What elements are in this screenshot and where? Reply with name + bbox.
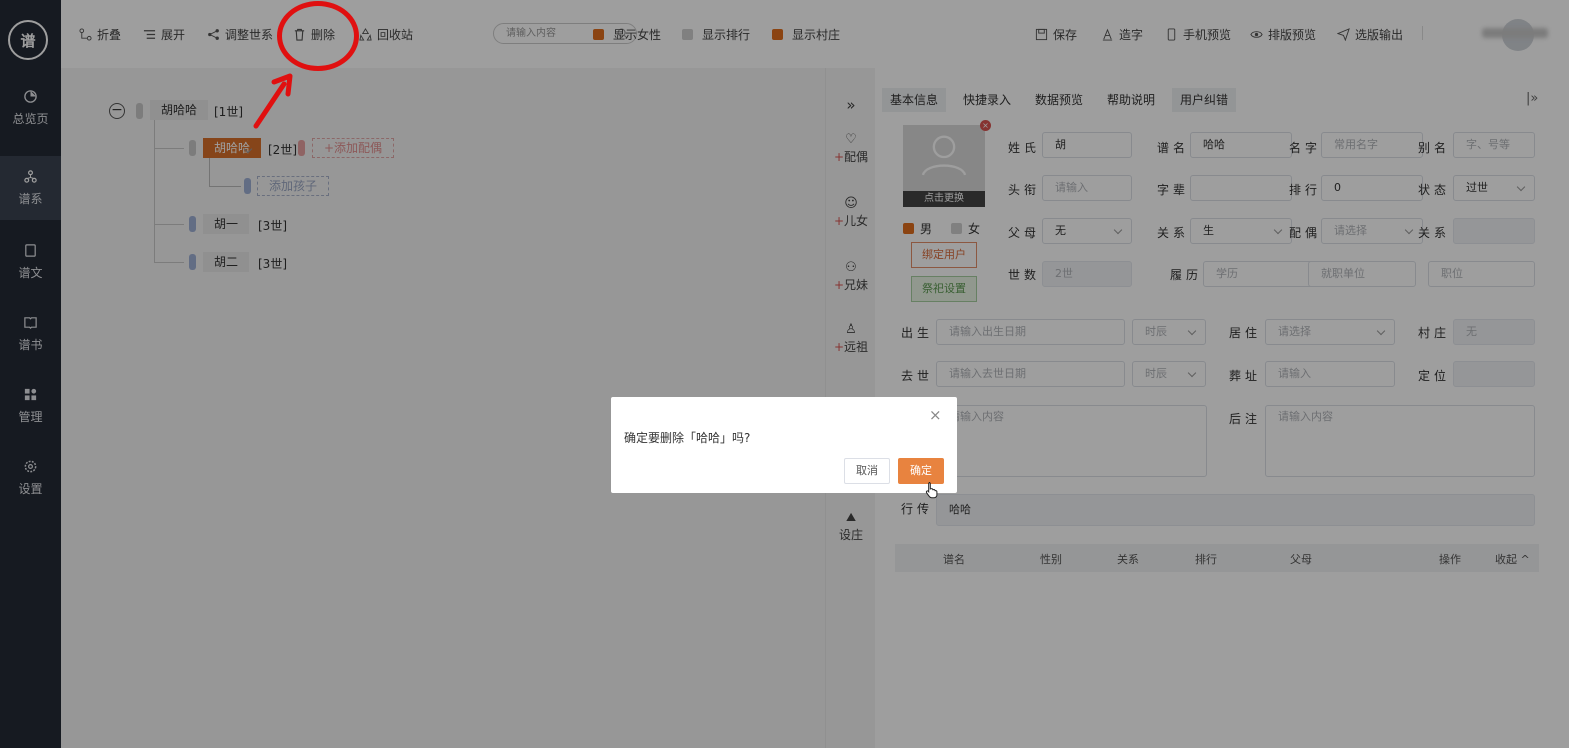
modal-overlay [0,0,1569,748]
hand-cursor-icon [925,482,938,499]
annotation-circle [277,1,359,71]
dialog-message: 确定要删除「哈哈」吗? [624,431,751,445]
delete-confirm-dialog: × 确定要删除「哈哈」吗? 取消 确定 [611,397,957,493]
close-icon[interactable]: × [929,407,942,423]
cancel-button[interactable]: 取消 [844,458,890,484]
annotation-arrow-icon [253,73,293,129]
